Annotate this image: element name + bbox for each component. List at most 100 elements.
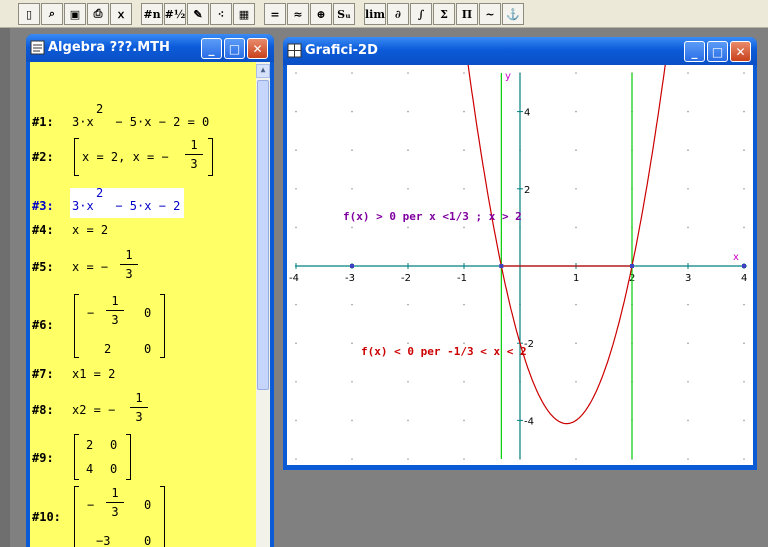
algebra-window-titlebar[interactable]: Algebra ???.MTH _ □ ✕ [26, 34, 274, 62]
expression[interactable]: x2 = − [72, 403, 115, 417]
grid-dot [463, 110, 465, 113]
plot-area[interactable]: -4-3-2-1123442-2-4xyf(x) > 0 per x <1/3 … [287, 65, 753, 465]
integral-icon[interactable]: ∫ [410, 3, 432, 25]
matrix-bracket [160, 486, 165, 547]
grid-dot [351, 342, 353, 345]
simplify-icon[interactable]: #n [141, 3, 163, 25]
y-tick-label: 4 [524, 108, 530, 119]
maximize-button[interactable]: □ [707, 41, 728, 62]
line-label: #6: [32, 318, 54, 332]
line-label: #7: [32, 367, 54, 381]
expression[interactable]: x = 2 [72, 223, 108, 237]
derivative-icon[interactable]: ∂ [387, 3, 409, 25]
matrix-cell: 0 [110, 438, 118, 452]
taylor-icon[interactable]: ~ [479, 3, 501, 25]
grid-dot [407, 110, 409, 113]
minimize-button[interactable]: _ [684, 41, 705, 62]
x-tick-label: 1 [573, 273, 579, 284]
limit-icon[interactable]: lim [364, 3, 386, 25]
close-button[interactable]: ✕ [247, 38, 268, 59]
substitute-icon[interactable]: Sᵤ [333, 3, 355, 25]
function-plot[interactable]: -4-3-2-1123442-2-4xyf(x) > 0 per x <1/3 … [287, 65, 753, 465]
grid-dot [463, 188, 465, 190]
graph-window-titlebar[interactable]: Grafici-2D _ □ ✕ [283, 37, 757, 65]
annotation-negative: f(x) < 0 per -1/3 < x < 2 [361, 345, 527, 358]
algebra-expressions[interactable]: #1: 3·x − 5·x − 2 = 0 2 #2: x = 2, x = −… [30, 62, 256, 547]
x-tick-label: -1 [457, 273, 467, 284]
x-tick-label: -2 [401, 273, 411, 284]
new-file-icon[interactable]: ▯ [18, 3, 40, 25]
author-expression-icon[interactable]: ｘ [110, 3, 132, 25]
sum-icon[interactable]: Σ [433, 3, 455, 25]
grid-dot [407, 303, 409, 306]
selected-expression[interactable]: 3·x − 5·x − 2 [72, 199, 180, 213]
matrix-bracket [74, 434, 79, 480]
x-tick-label: -3 [345, 273, 355, 284]
approx-equal-icon[interactable]: ≈ [287, 3, 309, 25]
matrix-cell: 0 [144, 534, 152, 547]
approximate-icon[interactable]: #½ [164, 3, 186, 25]
solve-icon[interactable]: = [264, 3, 286, 25]
grid-dot [295, 149, 297, 151]
grid-dot [351, 226, 353, 229]
bracket [208, 138, 213, 176]
maximize-button[interactable]: □ [224, 38, 245, 59]
graph-window-title: Grafici-2D [305, 43, 378, 58]
open-file-icon[interactable]: ⌕ [41, 3, 63, 25]
matrix-cell: − [87, 306, 95, 320]
grid-dot [351, 72, 353, 74]
close-button[interactable]: ✕ [730, 41, 751, 62]
grid-dot [575, 72, 577, 74]
matrix-cell: 0 [110, 462, 118, 476]
x-tick-label: -4 [289, 273, 299, 284]
zoom-icon[interactable]: ⊕ [310, 3, 332, 25]
matrix-bracket [160, 294, 165, 358]
close-icon: ✕ [735, 44, 746, 59]
2d-plot-icon[interactable]: ⁖ [210, 3, 232, 25]
grid-dot [407, 149, 409, 151]
algebra-window-icon [30, 40, 45, 55]
grid-dot [351, 188, 353, 190]
expression[interactable]: x = 2, x = − [82, 150, 169, 164]
line-label: #5: [32, 260, 54, 274]
grid-dot [295, 110, 297, 113]
grid-dot [407, 381, 409, 383]
matrix-icon[interactable]: ▦ [233, 3, 255, 25]
grid-dot [295, 303, 297, 306]
expression[interactable]: 3·x − 5·x − 2 = 0 [72, 115, 209, 129]
grid-dot [407, 226, 409, 229]
print-icon[interactable]: ⎙ [87, 3, 109, 25]
vertical-scrollbar[interactable]: ▲ [256, 62, 270, 547]
product-icon[interactable]: Π [456, 3, 478, 25]
line-label: #8: [32, 403, 54, 417]
scroll-up-icon[interactable]: ▲ [256, 64, 270, 78]
minimize-button[interactable]: _ [201, 38, 222, 59]
grid-dot [743, 381, 745, 383]
grid-dot [463, 149, 465, 151]
scroll-thumb[interactable] [257, 80, 269, 390]
plot-icon[interactable]: ✎ [187, 3, 209, 25]
grid-dot [687, 149, 689, 151]
grid-dot [743, 110, 745, 113]
grid-dot [743, 303, 745, 306]
grid-dot [295, 419, 297, 422]
exponent: 2 [96, 186, 104, 200]
grid-dot [463, 226, 465, 229]
matrix-bracket [74, 486, 79, 547]
toolbar-buttons: ▯ ⌕ ▣ ⎙ ｘ #n #½ ✎ ⁖ ▦ = ≈ ⊕ Sᵤ lim ∂ ∫ Σ Π ~ ⚓ [18, 3, 524, 25]
save-icon[interactable]: ▣ [64, 3, 86, 25]
grid-dot [575, 342, 577, 345]
grid-dot [687, 110, 689, 113]
algebra-window[interactable]: Algebra ???.MTH _ □ ✕ #1: 3·x − 5·x − 2 … [26, 34, 274, 547]
expression[interactable]: x1 = 2 [72, 367, 115, 381]
fraction: 13 [106, 486, 124, 519]
expression[interactable]: x = − [72, 260, 108, 274]
grid-dot [575, 303, 577, 306]
grid-dot [743, 226, 745, 229]
matrix-cell: −3 [96, 534, 111, 547]
graph-window[interactable]: Grafici-2D _ □ ✕ -4-3-2-1123442-2-4xyf(x… [283, 37, 757, 470]
vector-icon[interactable]: ⚓ [502, 3, 524, 25]
grid-dot [351, 458, 353, 460]
grid-dot [351, 303, 353, 306]
maximize-icon: □ [228, 41, 241, 56]
